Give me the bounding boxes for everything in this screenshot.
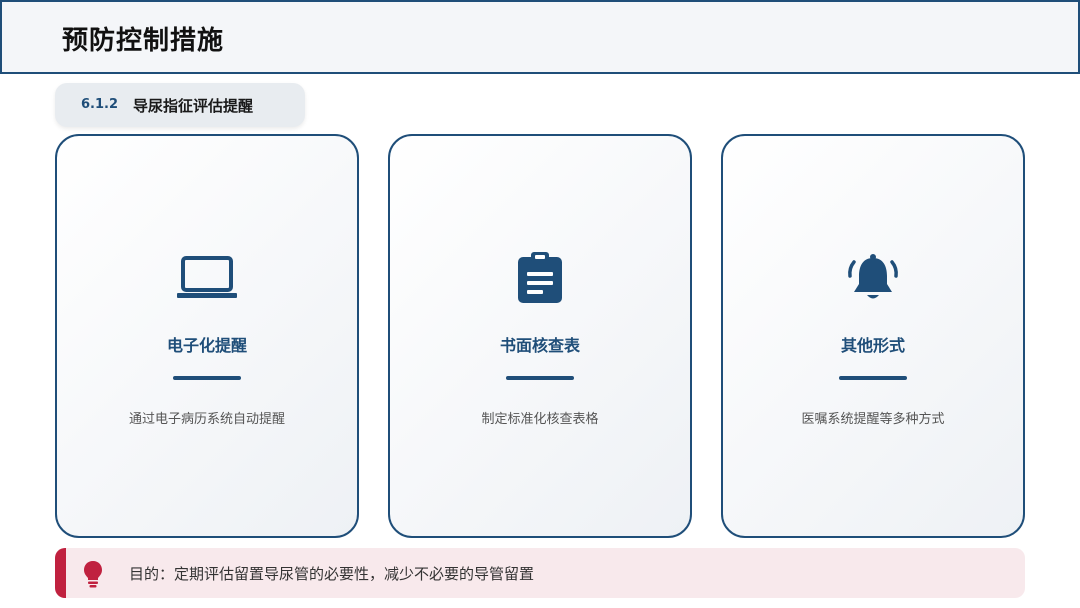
laptop-icon <box>175 250 239 306</box>
card-title: 书面核查表 <box>499 336 580 355</box>
note-text: 目的：定期评估留置导尿管的必要性，减少不必要的导管留置 <box>129 565 535 583</box>
card-title: 电子化提醒 <box>166 336 247 355</box>
note-accent-bar <box>55 548 66 598</box>
card-divider <box>839 376 907 380</box>
lightbulb-icon <box>83 560 103 588</box>
card-divider <box>173 376 241 380</box>
card-description: 通过电子病历系统自动提醒 <box>128 412 285 427</box>
section-label: 导尿指征评估提醒 <box>133 97 254 115</box>
section-number: 6.1.2 <box>81 97 119 112</box>
bell-icon <box>841 250 905 306</box>
card-divider <box>506 376 574 380</box>
card-other-forms: 其他形式 医嘱系统提醒等多种方式 <box>721 134 1025 538</box>
card-description: 制定标准化核查表格 <box>481 412 599 427</box>
purpose-note: 目的：定期评估留置导尿管的必要性，减少不必要的导管留置 <box>55 548 1025 598</box>
section-tag: 6.1.2 导尿指征评估提醒 <box>55 83 305 127</box>
clipboard-icon <box>508 250 572 306</box>
card-description: 医嘱系统提醒等多种方式 <box>801 412 945 427</box>
card-electronic-reminder: 电子化提醒 通过电子病历系统自动提醒 <box>55 134 359 538</box>
header-bar: 预防控制措施 <box>0 0 1080 74</box>
card-written-checklist: 书面核查表 制定标准化核查表格 <box>388 134 692 538</box>
page-title: 预防控制措施 <box>62 26 225 56</box>
card-title: 其他形式 <box>840 336 905 355</box>
